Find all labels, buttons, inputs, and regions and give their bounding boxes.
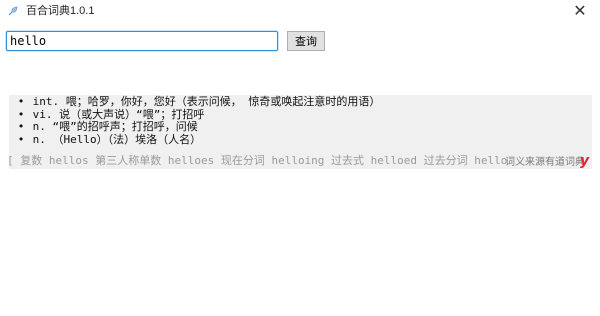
bullet: • [17,95,25,108]
bullet: • [17,132,25,146]
definition-text: n. “喂”的招呼声；打招呼，问候 [32,120,198,133]
window-title: 百合词典1.0.1 [26,5,95,17]
definition-text: n. （Hello）（法）埃洛（人名） [32,132,202,146]
feather-icon [6,4,20,18]
search-input[interactable] [6,31,278,51]
close-icon: ✕ [573,3,587,20]
definition-list: • int. 喂；哈罗，你好，您好（表示问候， 惊奇或唤起注意时的用语） • v… [16,95,381,147]
definition-text: int. 喂；哈罗，你好，您好（表示问候， 惊奇或唤起注意时的用语） [32,95,381,108]
close-button[interactable]: ✕ [560,0,600,22]
definition-item: • n. （Hello）（法）埃洛（人名） [16,132,380,147]
source-note: 词义来源有道词典 [505,157,585,168]
youdao-logo-icon: y [580,153,590,169]
bullet: • [17,120,25,133]
word-forms: [ 复数 hellos 第三人称单数 helloes 现在分词 helloing… [7,154,507,167]
title-bar: 百合词典1.0.1 ✕ [0,0,600,22]
query-button[interactable]: 查询 [287,31,325,51]
definition-text: vi. 说（或大声说）“喂”；打招呼 [32,107,205,121]
